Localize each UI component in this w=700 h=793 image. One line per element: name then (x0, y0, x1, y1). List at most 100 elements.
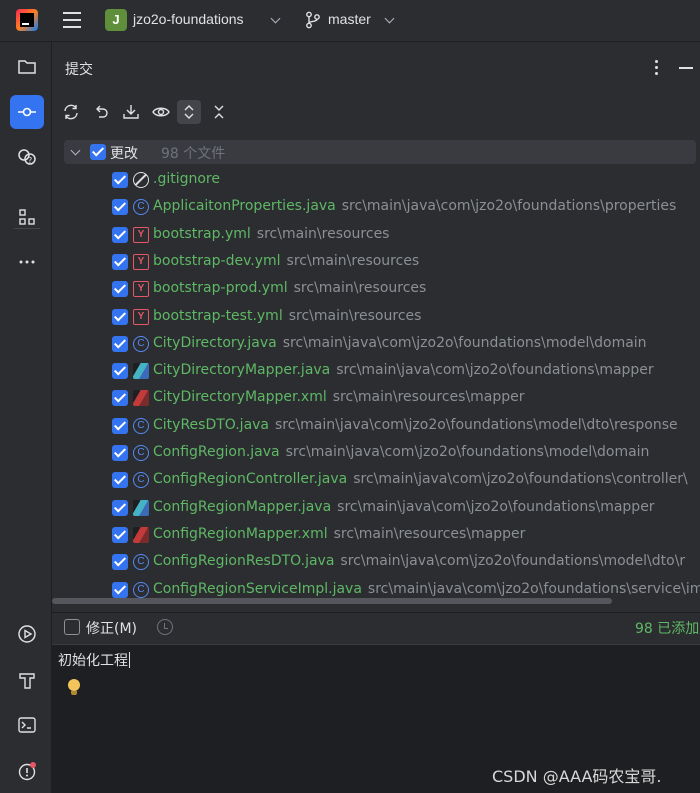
file-name-text: .gitignore (153, 171, 220, 187)
file-checkbox[interactable] (112, 445, 128, 461)
expand-all-icon[interactable] (177, 100, 201, 124)
java-class-icon: C (133, 472, 149, 489)
file-row[interactable]: Ybootstrap-test.yml src\main\resources (52, 304, 700, 331)
structure-icon[interactable] (10, 200, 44, 234)
file-name-text: ConfigRegionController.java (153, 471, 348, 488)
file-row[interactable]: CityDirectoryMapper.java src\main\java\co… (52, 358, 700, 385)
file-path: src\main\java\com\jzo2o\foundations\cont… (353, 471, 688, 488)
hide-panel-icon[interactable] (679, 67, 693, 69)
file-row[interactable]: .gitignore (52, 167, 700, 194)
java-class-icon: C (133, 581, 149, 598)
branch-name[interactable]: master (328, 11, 371, 27)
changes-group-row[interactable]: 更改 98 个文件 (64, 140, 696, 164)
branch-icon[interactable] (305, 11, 321, 29)
file-checkbox[interactable] (112, 308, 128, 325)
file-checkbox[interactable] (112, 499, 128, 516)
mybatis-mapper-icon (133, 499, 149, 516)
update-download-icon[interactable] (119, 100, 143, 124)
file-checkbox[interactable] (112, 172, 128, 188)
file-row[interactable]: ConfigRegionMapper.xml src\main\resources… (52, 522, 700, 549)
rollback-icon[interactable] (89, 100, 113, 124)
build-hammer-icon[interactable] (10, 663, 44, 697)
file-path: src\main\resources (288, 307, 422, 324)
title-bar: J jzo2o-foundations master (0, 0, 700, 42)
file-name: ConfigRegionServiceImpl.java src\main\jav… (153, 581, 700, 597)
file-checkbox[interactable] (112, 335, 128, 352)
problems-icon[interactable] (10, 754, 44, 788)
file-name: bootstrap.yml src\main\resources (153, 226, 389, 242)
file-checkbox[interactable] (112, 581, 128, 598)
file-name: ConfigRegion.java src\main\java\com\jzo2o… (153, 444, 649, 460)
file-row[interactable]: C ConfigRegion.java src\main\java\com\jzo2… (52, 440, 700, 467)
group-label: 更改 (110, 146, 138, 162)
horizontal-scrollbar[interactable] (52, 598, 612, 604)
file-name: bootstrap-prod.yml src\main\resources (153, 280, 426, 296)
file-row[interactable]: C ConfigRegionResDTO.java src\main\java\co… (52, 549, 700, 576)
file-checkbox[interactable] (112, 417, 128, 434)
file-path: src\main\resources\mapper (333, 525, 526, 542)
file-path: src\main\java\com\jzo2o\foundations\serv… (367, 580, 700, 597)
file-name: ConfigRegionController.java src\main\java… (153, 471, 688, 487)
main-menu-icon[interactable] (60, 9, 84, 31)
file-row[interactable]: C CityDirectory.java src\main\java\com\jzo… (52, 331, 700, 358)
panel-options-icon[interactable] (651, 58, 661, 76)
file-row[interactable]: CityDirectoryMapper.xml src\main\resource… (52, 385, 700, 412)
yaml-file-icon: Y (133, 281, 149, 298)
file-checkbox[interactable] (112, 554, 128, 571)
group-file-count: 98 个文件 (161, 146, 226, 162)
project-name[interactable]: jzo2o-foundations (133, 11, 244, 27)
file-name: CityDirectoryMapper.xml src\main\resource… (153, 389, 525, 405)
file-row[interactable]: C ApplicaitonProperties.java src\main\java… (52, 194, 700, 221)
file-name-text: bootstrap-dev.yml (153, 252, 281, 269)
file-row[interactable]: Ybootstrap-prod.yml src\main\resources (52, 276, 700, 303)
file-row[interactable]: Ybootstrap.yml src\main\resources (52, 222, 700, 249)
lightbulb-icon[interactable] (68, 679, 80, 695)
branch-chevron-down-icon[interactable] (384, 13, 395, 24)
project-badge[interactable]: J (105, 9, 127, 31)
terminal-icon[interactable] (10, 708, 44, 742)
java-class-icon: C (133, 417, 149, 434)
commit-history-clock-icon[interactable] (157, 619, 173, 635)
refresh-icon[interactable] (59, 100, 83, 124)
file-path: src\main\java\com\jzo2o\foundations\prop… (341, 198, 677, 215)
file-checkbox[interactable] (112, 226, 128, 243)
file-path: src\main\resources (256, 225, 390, 242)
file-name: .gitignore (153, 171, 226, 187)
file-checkbox[interactable] (112, 281, 128, 298)
commit-message-input[interactable]: 初始化工程 (58, 650, 130, 670)
services-run-icon[interactable] (10, 617, 44, 651)
amend-checkbox[interactable] (64, 619, 80, 635)
expand-chevron-icon[interactable] (70, 145, 81, 156)
amend-label[interactable]: 修正(M) (86, 618, 137, 638)
commit-tool-icon[interactable] (10, 95, 44, 129)
file-checkbox[interactable] (112, 253, 128, 270)
collapse-all-icon[interactable] (207, 100, 231, 124)
file-path: src\main\resources (286, 252, 420, 269)
file-checkbox[interactable] (112, 526, 128, 543)
intellij-logo-icon[interactable] (16, 9, 38, 31)
text-caret (129, 652, 130, 668)
project-chevron-down-icon[interactable] (270, 13, 281, 24)
show-diff-eye-icon[interactable] (149, 100, 173, 124)
project-folder-icon[interactable] (10, 50, 44, 84)
file-row[interactable]: C ConfigRegionServiceImpl.java src\main\ja… (52, 577, 700, 599)
file-row[interactable]: C CityResDTO.java src\main\java\com\jzo2o\… (52, 413, 700, 440)
file-row[interactable]: ConfigRegionMapper.java src\main\java\com… (52, 495, 700, 522)
file-checkbox[interactable] (112, 363, 128, 380)
commit-message-area[interactable]: 初始化工程 CSDN @AAA码农宝哥. (52, 644, 700, 793)
panel-title: 提交 (65, 62, 93, 78)
file-checkbox[interactable] (112, 390, 128, 407)
file-name: ApplicaitonProperties.java src\main\java\… (153, 198, 676, 214)
commit-toolbar (52, 98, 700, 128)
group-checkbox[interactable] (90, 144, 106, 160)
more-tools-icon[interactable] (10, 245, 44, 279)
file-name: bootstrap-test.yml src\main\resources (153, 308, 421, 324)
mybatis-xml-icon (133, 526, 149, 543)
watermark: CSDN @AAA码农宝哥. (492, 767, 662, 786)
pull-requests-icon[interactable]: ? (10, 140, 44, 174)
file-checkbox[interactable] (112, 199, 128, 216)
file-row[interactable]: Ybootstrap-dev.yml src\main\resources (52, 249, 700, 276)
file-row[interactable]: C ConfigRegionController.java src\main\jav… (52, 467, 700, 494)
file-checkbox[interactable] (112, 472, 128, 489)
file-name-text: ConfigRegionMapper.java (153, 498, 332, 515)
